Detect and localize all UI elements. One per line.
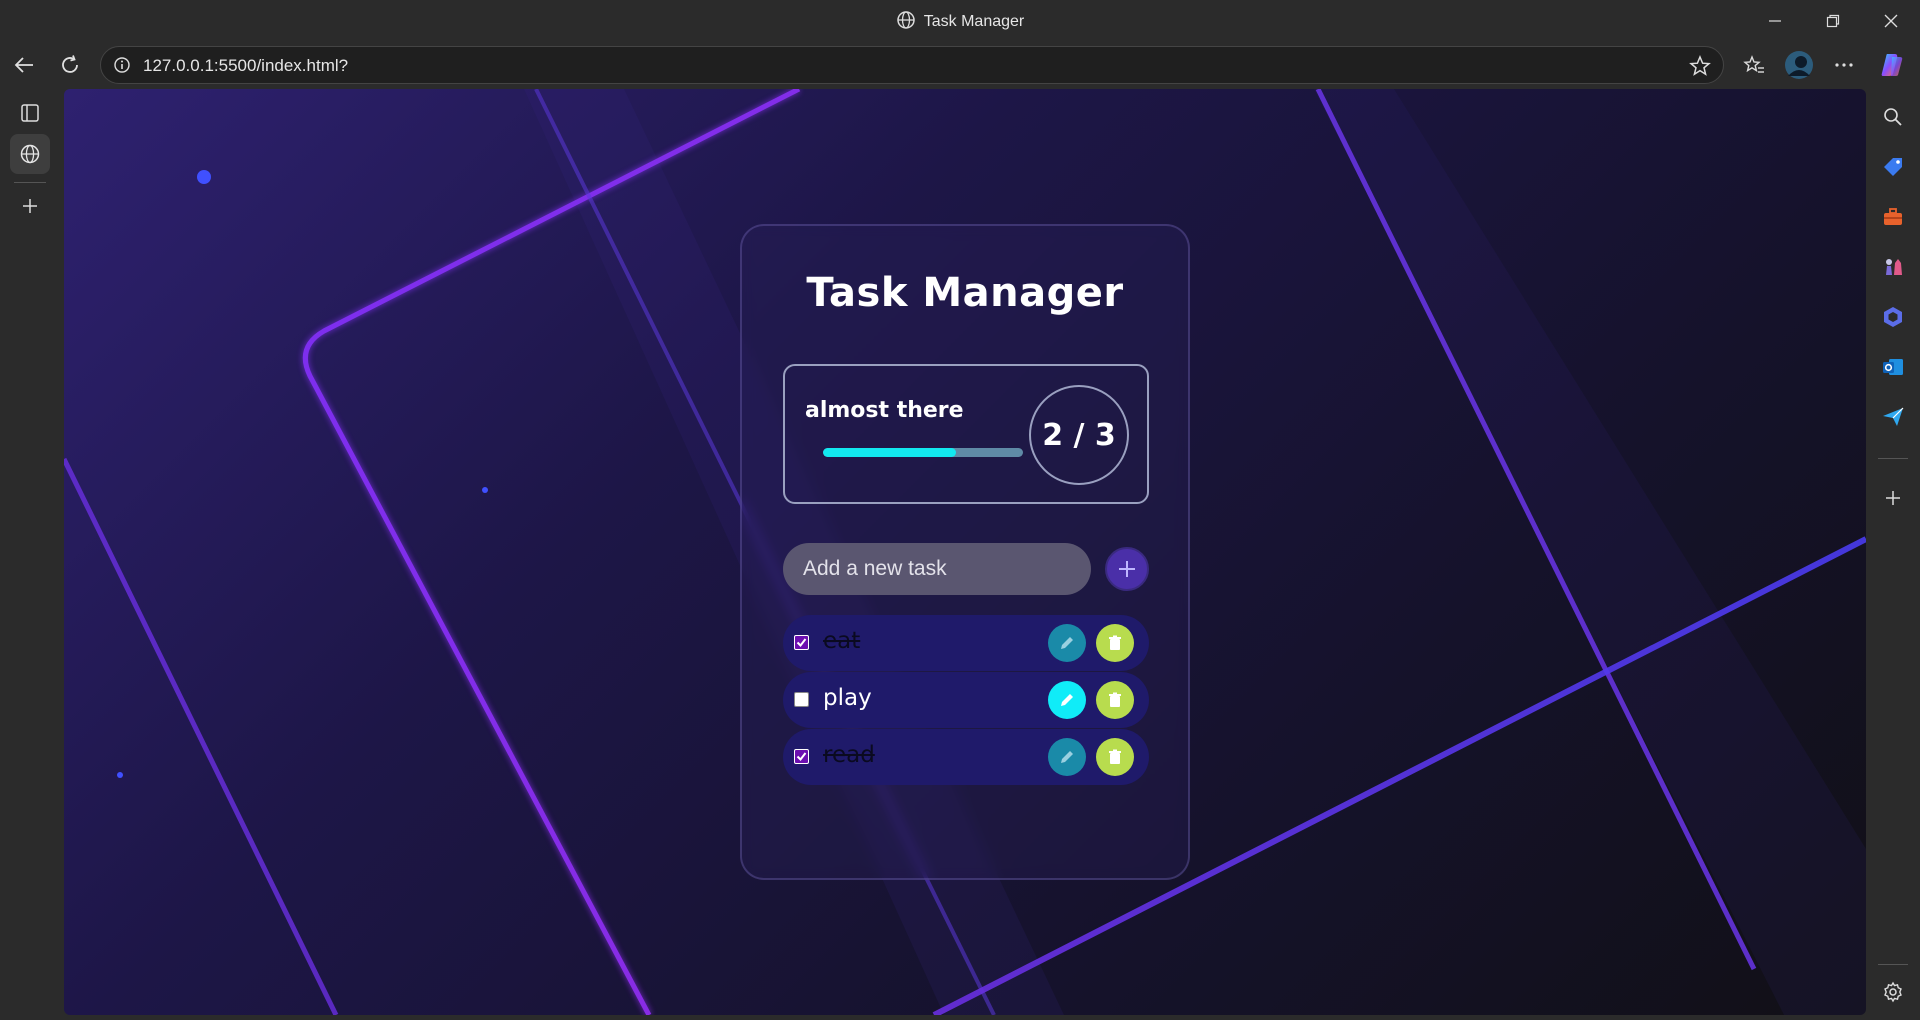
back-button[interactable] bbox=[6, 47, 42, 83]
window-title: Task Manager bbox=[923, 13, 1025, 30]
pencil-icon bbox=[1061, 751, 1073, 763]
copilot-app-button[interactable] bbox=[1873, 297, 1913, 337]
close-window-button[interactable] bbox=[1862, 0, 1920, 41]
task-checkbox[interactable] bbox=[794, 749, 809, 764]
site-info-icon[interactable] bbox=[113, 56, 131, 79]
tab-actions-button[interactable] bbox=[10, 93, 50, 133]
page-viewport: Task Manager almost there 2 / 3 eat bbox=[64, 89, 1866, 1015]
task-text: eat bbox=[823, 628, 861, 654]
delete-task-button[interactable] bbox=[1096, 681, 1134, 719]
progress-label: almost there bbox=[805, 398, 964, 423]
sidebar-divider bbox=[1878, 964, 1908, 965]
m365-icon bbox=[1884, 307, 1902, 327]
paper-plane-icon bbox=[1883, 407, 1904, 426]
progress-bar-fill bbox=[823, 448, 957, 457]
refresh-button[interactable] bbox=[52, 47, 88, 83]
task-item: read bbox=[783, 729, 1149, 785]
more-icon bbox=[1835, 63, 1853, 67]
minimize-button[interactable] bbox=[1746, 0, 1804, 41]
delete-task-button[interactable] bbox=[1096, 738, 1134, 776]
tag-icon bbox=[1884, 158, 1902, 176]
trash-icon bbox=[1109, 635, 1121, 650]
gear-icon bbox=[1884, 981, 1902, 1003]
favorite-star-icon[interactable] bbox=[1689, 55, 1711, 82]
tab-task-manager[interactable] bbox=[10, 134, 50, 174]
globe-icon bbox=[896, 10, 916, 35]
plus-icon bbox=[1119, 561, 1135, 577]
avatar-icon bbox=[1785, 51, 1813, 79]
chess-icon bbox=[1886, 259, 1902, 275]
window-title-area: Task Manager bbox=[0, 10, 1920, 35]
new-tab-button[interactable] bbox=[10, 186, 50, 226]
task-manager-card: Task Manager almost there 2 / 3 eat bbox=[740, 224, 1190, 880]
trash-icon bbox=[1109, 692, 1121, 707]
sidebar-divider bbox=[1878, 458, 1908, 459]
tabs-panel-icon bbox=[21, 104, 39, 122]
browser-toolbar: 127.0.0.1:5500/index.html? bbox=[0, 41, 1920, 89]
task-text: read bbox=[823, 742, 875, 768]
trash-icon bbox=[1109, 749, 1121, 764]
task-count-circle: 2 / 3 bbox=[1029, 385, 1129, 485]
task-text: play bbox=[823, 685, 872, 711]
refresh-icon bbox=[62, 55, 78, 73]
toolbox-icon bbox=[1884, 208, 1902, 225]
plus-icon bbox=[1886, 491, 1900, 505]
search-icon bbox=[1884, 108, 1902, 126]
pencil-icon bbox=[1061, 637, 1073, 649]
add-task-button[interactable] bbox=[1105, 547, 1149, 591]
restore-icon bbox=[1826, 14, 1840, 27]
more-options-button[interactable] bbox=[1826, 47, 1862, 83]
page-title: Task Manager bbox=[806, 270, 1124, 316]
task-count-text: 2 / 3 bbox=[1042, 417, 1116, 453]
profile-avatar[interactable] bbox=[1781, 47, 1817, 83]
shopping-button[interactable] bbox=[1873, 147, 1913, 187]
sidebar-divider bbox=[14, 182, 46, 183]
restore-button[interactable] bbox=[1804, 0, 1862, 41]
close-icon bbox=[1884, 14, 1898, 27]
tools-button[interactable] bbox=[1873, 197, 1913, 237]
add-sidebar-app-button[interactable] bbox=[1873, 478, 1913, 518]
globe-icon bbox=[20, 144, 40, 164]
copilot-icon bbox=[1881, 54, 1903, 76]
progress-bar bbox=[823, 448, 1023, 457]
task-checkbox[interactable] bbox=[794, 692, 809, 707]
outlook-icon bbox=[1883, 359, 1903, 375]
send-button[interactable] bbox=[1873, 397, 1913, 437]
url-text[interactable]: 127.0.0.1:5500/index.html? bbox=[143, 56, 348, 76]
progress-panel: almost there 2 / 3 bbox=[783, 364, 1149, 504]
right-sidebar bbox=[1866, 89, 1920, 1020]
edit-task-button[interactable] bbox=[1048, 681, 1086, 719]
minimize-icon bbox=[1769, 19, 1781, 22]
new-task-input[interactable] bbox=[783, 543, 1091, 595]
edit-task-button[interactable] bbox=[1048, 738, 1086, 776]
task-item: eat bbox=[783, 615, 1149, 671]
plus-icon bbox=[23, 199, 37, 213]
left-sidebar bbox=[0, 89, 64, 1020]
sidebar-settings-button[interactable] bbox=[1873, 972, 1913, 1012]
pencil-icon bbox=[1061, 694, 1073, 706]
favorites-button[interactable] bbox=[1736, 47, 1772, 83]
outlook-button[interactable] bbox=[1873, 347, 1913, 387]
task-checkbox[interactable] bbox=[794, 635, 809, 650]
games-button[interactable] bbox=[1873, 247, 1913, 287]
favorites-icon bbox=[1743, 55, 1764, 73]
search-button[interactable] bbox=[1873, 97, 1913, 137]
task-item: play bbox=[783, 672, 1149, 728]
copilot-button[interactable] bbox=[1874, 47, 1910, 83]
edit-task-button[interactable] bbox=[1048, 624, 1086, 662]
arrow-left-icon bbox=[14, 57, 33, 73]
address-bar[interactable]: 127.0.0.1:5500/index.html? bbox=[100, 46, 1724, 84]
delete-task-button[interactable] bbox=[1096, 624, 1134, 662]
window-titlebar: Task Manager bbox=[0, 0, 1920, 41]
